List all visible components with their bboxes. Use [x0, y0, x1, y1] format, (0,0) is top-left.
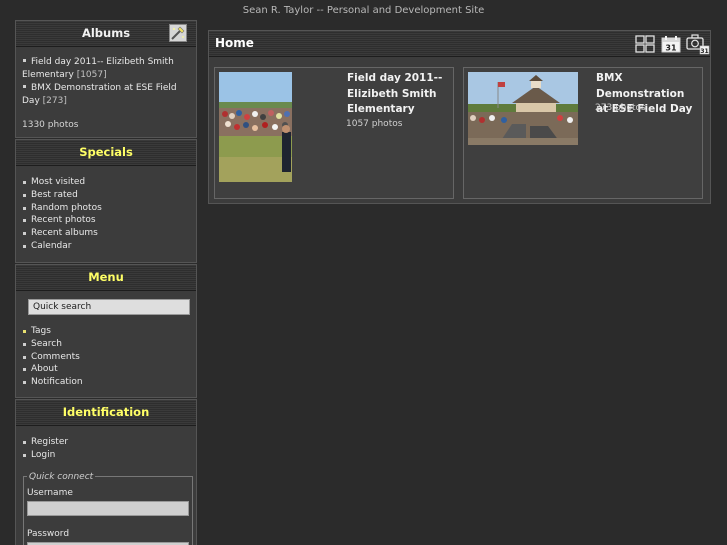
site-title: Sean R. Taylor -- Personal and Developme… — [242, 5, 485, 16]
menu-item-tags[interactable]: Tags — [22, 325, 190, 338]
specials-item-best-rated[interactable]: Best rated — [22, 189, 190, 202]
flat-view-toggle-icon[interactable] — [169, 24, 187, 42]
album-title-line: Elementary — [347, 103, 415, 115]
specials-header: Specials — [16, 140, 196, 166]
menu-item-comments[interactable]: Comments — [22, 351, 190, 364]
bullet-icon — [23, 85, 26, 88]
album-card-bmx[interactable]: BMX Demonstration at ESE Field Day 273 p… — [463, 67, 703, 199]
total-photos: 1330 photos — [22, 120, 79, 130]
menu-block: Menu Quick search Tags Search Comments A… — [15, 264, 197, 398]
username-label: Username — [27, 487, 73, 498]
identification-list: Register Login — [22, 436, 190, 462]
camera-calendar-icon[interactable]: 31 — [686, 33, 710, 55]
album-card-field-day[interactable]: Field day 2011-- Elizibeth Smith Element… — [214, 67, 454, 199]
menu-header: Menu — [16, 265, 196, 291]
albums-block: Albums Field day 2011-- Elizibeth Smith … — [15, 20, 197, 138]
specials-list: Most visited Best rated Random photos Re… — [22, 176, 190, 253]
quick-connect-legend: Quick connect — [29, 471, 94, 482]
album-thumbnail-bmx[interactable] — [468, 72, 578, 145]
password-field[interactable] — [27, 541, 189, 545]
album-title-line: BMX Demonstration — [596, 72, 685, 100]
album-title-line: Elizibeth Smith — [347, 87, 437, 100]
album-thumbnail-field-day[interactable] — [219, 72, 292, 182]
register-link[interactable]: Register — [22, 436, 190, 449]
album-title-line: Field day 2011-- — [347, 72, 443, 84]
quick-search-input[interactable]: Quick search — [28, 299, 190, 315]
password-label: Password — [27, 528, 70, 539]
album-count: [1057] — [76, 70, 107, 80]
album-photo-count: 273 photos — [595, 103, 646, 113]
album-photo-count: 1057 photos — [346, 119, 403, 129]
login-link[interactable]: Login — [22, 449, 190, 462]
album-title-field-day[interactable]: Field day 2011-- Elizibeth Smith Element… — [347, 71, 451, 118]
bullet-icon — [23, 59, 26, 62]
menu-item-about[interactable]: About — [22, 363, 190, 376]
specials-item-recent-photos[interactable]: Recent photos — [22, 214, 190, 227]
identification-header: Identification — [16, 400, 196, 426]
menu-list: Tags Search Comments About Notification — [22, 325, 190, 389]
album-count: [273] — [42, 96, 67, 106]
album-link-field-day[interactable]: Field day 2011-- Elizibeth Smith Element… — [22, 56, 190, 82]
thumbnails-view-icon[interactable] — [635, 35, 655, 53]
camera-calendar-icon-day: 31 — [700, 48, 708, 55]
album-link-bmx[interactable]: BMX Demonstration at ESE Field Day [273] — [22, 82, 190, 108]
specials-item-calendar[interactable]: Calendar — [22, 240, 190, 253]
specials-item-recent-albums[interactable]: Recent albums — [22, 227, 190, 240]
specials-item-most-visited[interactable]: Most visited — [22, 176, 190, 189]
sidebar: Albums Field day 2011-- Elizibeth Smith … — [15, 20, 197, 545]
menu-item-search[interactable]: Search — [22, 338, 190, 351]
specials-item-random-photos[interactable]: Random photos — [22, 202, 190, 215]
page-title: Home — [215, 36, 254, 50]
calendar-icon[interactable]: 31 — [661, 35, 681, 53]
albums-title: Albums — [81, 26, 131, 40]
menu-item-notification[interactable]: Notification — [22, 376, 190, 389]
username-field[interactable] — [27, 500, 189, 516]
calendar-icon-day: 31 — [665, 44, 677, 53]
content-header: Home 31 31 — [209, 31, 710, 57]
identification-block: Identification Register Login Quick conn… — [15, 399, 197, 545]
albums-header: Albums — [16, 21, 196, 47]
quick-connect-form: Quick connect Username Password — [23, 471, 193, 545]
albums-list: Field day 2011-- Elizibeth Smith Element… — [22, 56, 190, 108]
main-content: Home 31 31 Field day 2011-- Elizibeth Sm… — [208, 30, 711, 204]
specials-block: Specials Most visited Best rated Random … — [15, 139, 197, 263]
